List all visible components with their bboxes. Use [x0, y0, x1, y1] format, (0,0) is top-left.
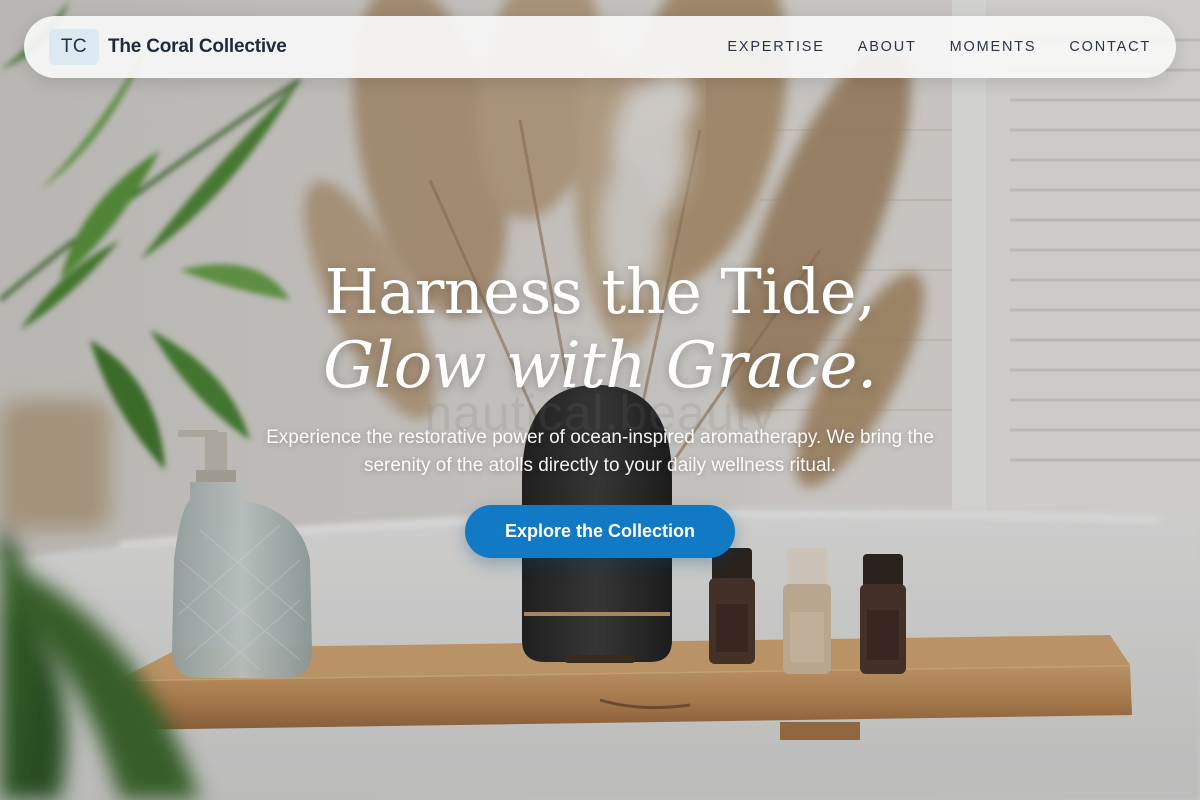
hero-headline: Harness the Tide, Glow with Grace.	[0, 253, 1200, 401]
nav-link-expertise[interactable]: EXPERTISE	[727, 39, 824, 55]
headline-line-2: Glow with Grace.	[323, 329, 877, 403]
nav-link-moments[interactable]: MOMENTS	[950, 39, 1037, 55]
hero-section: TC The Coral Collective EXPERTISE ABOUT …	[0, 0, 1200, 800]
brand-name: The Coral Collective	[108, 36, 287, 57]
explore-collection-button[interactable]: Explore the Collection	[465, 505, 735, 558]
nav-link-contact[interactable]: CONTACT	[1069, 39, 1151, 55]
top-navigation-bar: TC The Coral Collective EXPERTISE ABOUT …	[24, 16, 1176, 78]
headline-line-1: Harness the Tide,	[324, 255, 876, 328]
brand-logo-link[interactable]: TC The Coral Collective	[49, 29, 287, 65]
hero-subtitle: Experience the restorative power of ocea…	[266, 427, 934, 476]
nav-links: EXPERTISE ABOUT MOMENTS CONTACT	[727, 16, 1151, 78]
nav-link-about[interactable]: ABOUT	[858, 39, 917, 55]
brand-monogram: TC	[49, 29, 99, 65]
